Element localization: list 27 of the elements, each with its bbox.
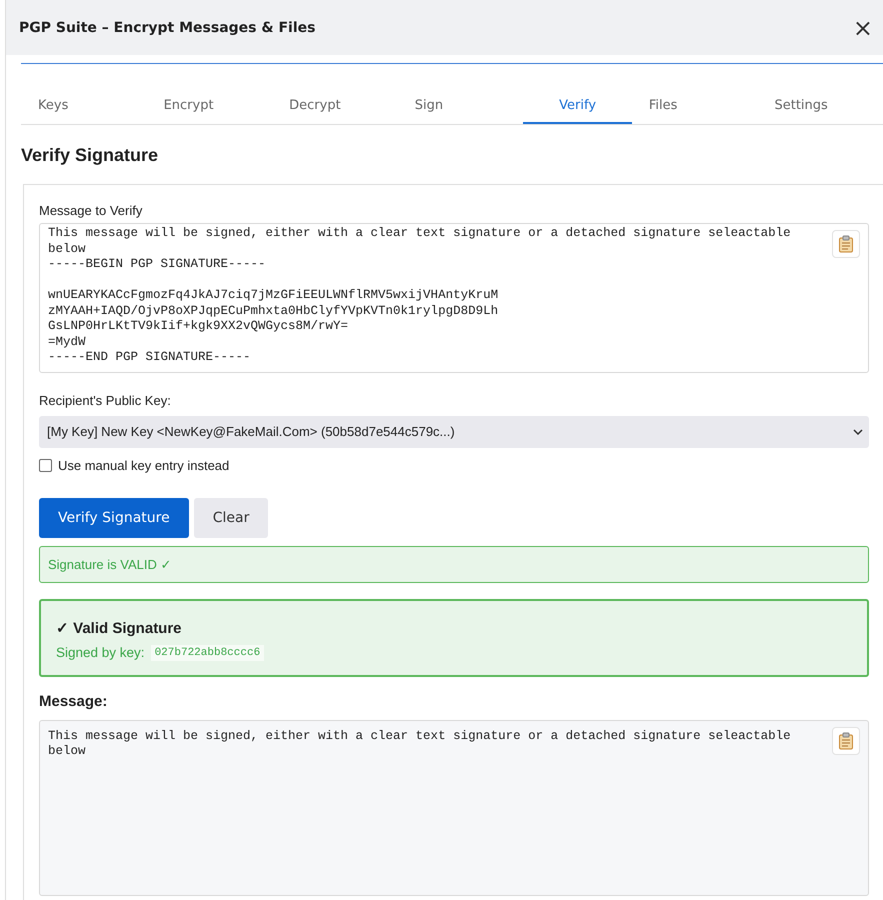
message-input-field[interactable]: This message will be signed, either with a clear text signature or a detached signature seleactable below -----BEGIN PGP SIGNATURE----- wnUEARYKACcFgmozFq4JkAJ7ciq7jMzGFiEEULWNflRMV5wxijVHAntyKruM zMYAAH+IAQD/OjvP8oXPJqpECuPmhxta0HbClyfYVpKVTn0k1rylpgD8D9Lh GsLNP0HrLKtTV9kIif+kgk9XX2vQWGycs8M/rwY= =MydW -----END PGP SIGNATURE-----	[39, 223, 869, 372]
tab[interactable]: Settings	[757, 92, 883, 124]
clipboard-icon[interactable]	[832, 230, 860, 258]
verify-button[interactable]: Verify Signature	[39, 498, 189, 538]
clear-button[interactable]: Clear	[194, 498, 268, 538]
field-label: Message to Verify	[39, 203, 144, 218]
section-heading: Verify Signature	[21, 145, 160, 166]
result-title: ✓ Valid Signature	[56, 618, 183, 636]
checkbox[interactable]	[39, 458, 52, 472]
key-dropdown[interactable]: [My Key] New Key <NewKey@FakeMail.Com> (50b58d7e544c579c...)	[39, 416, 869, 448]
window-title: PGP Suite – Encrypt Messages & Files	[19, 20, 316, 36]
chevron-icon	[853, 428, 863, 434]
field-label: Recipient's Public Key:	[39, 392, 172, 408]
tab[interactable]: Sign	[398, 92, 524, 124]
status-alert: Signature is VALID ✓	[39, 546, 869, 582]
clipboard-icon[interactable]	[832, 726, 860, 754]
tab[interactable]: Verify	[523, 92, 632, 124]
tab[interactable]: Encrypt	[146, 92, 272, 124]
tab[interactable]: Keys	[21, 92, 147, 124]
signed-by-label: Signed by key:	[56, 645, 145, 660]
tab[interactable]: Decrypt	[272, 92, 398, 124]
close-button[interactable]: ×	[846, 14, 879, 42]
checkbox-label: Use manual key entry instead	[58, 458, 230, 472]
field-label: Message:	[39, 692, 108, 710]
message-output-field[interactable]: This message will be signed, either with a clear text signature or a detached signature seleactable below	[39, 720, 869, 896]
tab[interactable]: Files	[632, 92, 758, 124]
key-id: 027b722abb8cccc6	[150, 644, 264, 660]
